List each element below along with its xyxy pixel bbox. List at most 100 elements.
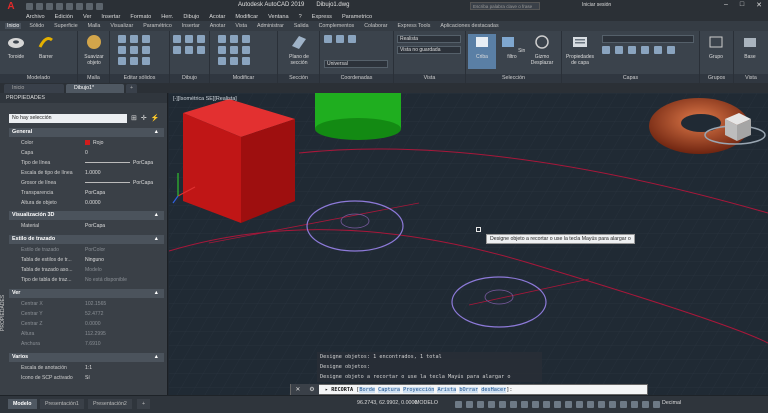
line-icon[interactable] xyxy=(173,35,181,43)
viewport-controls[interactable]: [-][Isométrica SE][Realista] xyxy=(173,96,237,102)
layer-select[interactable] xyxy=(602,35,694,43)
prop-row[interactable]: Tipo de línea PorCapa xyxy=(9,158,164,168)
menu-item[interactable]: Parametrico xyxy=(342,14,372,20)
section-visualizacion-3d[interactable]: Visualización 3D ▲ xyxy=(9,211,164,220)
clean-screen-icon[interactable] xyxy=(642,401,649,408)
mirror-icon[interactable] xyxy=(230,46,238,54)
tab[interactable]: Salida xyxy=(292,23,311,29)
wrench-icon[interactable]: ⚙ xyxy=(309,386,314,393)
prop-row[interactable]: Icono de SCP activado Sí xyxy=(9,373,164,383)
ucs-world-icon[interactable] xyxy=(336,35,344,43)
named-view-select[interactable]: Vista no guardada xyxy=(397,46,461,54)
dynamic-ucs-icon[interactable] xyxy=(565,401,572,408)
option-arista[interactable]: Arista xyxy=(437,386,457,393)
save-icon[interactable] xyxy=(46,2,53,10)
menu-item[interactable]: Ver xyxy=(83,14,91,20)
menu-item[interactable]: Edición xyxy=(55,14,73,20)
menu-item[interactable]: ? xyxy=(299,14,302,20)
thicken-icon[interactable] xyxy=(142,46,150,54)
annotation-scale-icon[interactable] xyxy=(609,401,616,408)
union-icon[interactable] xyxy=(118,35,126,43)
maximize-icon[interactable]: □ xyxy=(740,1,744,9)
prop-row[interactable]: Capa 0 xyxy=(9,148,164,158)
barrer-button[interactable]: Barrer xyxy=(32,34,60,60)
layer-tool-icon[interactable] xyxy=(667,46,675,54)
imprint-icon[interactable] xyxy=(130,57,138,65)
drawing-viewport[interactable]: [-][Isométrica SE][Realista] Designe obj… xyxy=(169,93,768,395)
polar-icon[interactable] xyxy=(488,401,495,408)
rotate-icon[interactable] xyxy=(230,35,238,43)
circle-icon[interactable] xyxy=(197,35,205,43)
section-general[interactable]: General ▲ xyxy=(9,128,164,137)
tab[interactable]: Sólido xyxy=(27,23,46,29)
ucs-icon[interactable] xyxy=(324,35,332,43)
rectangle-icon[interactable] xyxy=(185,46,193,54)
tab[interactable]: Aplicaciones destacadas xyxy=(438,23,500,29)
hardware-accel-icon[interactable] xyxy=(631,401,638,408)
tab[interactable]: Visualizar xyxy=(108,23,135,29)
red-cube[interactable] xyxy=(183,99,295,223)
section-estilo-trazado[interactable]: Estilo de trazado ▲ xyxy=(9,235,164,244)
shell-icon[interactable] xyxy=(142,57,150,65)
prop-row[interactable]: Transparencia PorCapa xyxy=(9,188,164,198)
prop-row[interactable]: Color Rojo xyxy=(9,138,164,148)
prop-row[interactable]: Escala de anotación 1:1 xyxy=(9,363,164,373)
menu-item[interactable]: Ventana xyxy=(268,14,289,20)
polyline-icon[interactable] xyxy=(185,35,193,43)
layer-tool-icon[interactable] xyxy=(602,46,610,54)
tab[interactable]: Administrar xyxy=(255,23,286,29)
prop-row[interactable]: Escala de tipo de línea 1.0000 xyxy=(9,168,164,178)
ucs-select[interactable]: Universal xyxy=(324,60,388,68)
option-captura[interactable]: Captura xyxy=(378,386,400,393)
propiedades-capa-button[interactable]: Propiedades de capa xyxy=(564,34,596,66)
visual-style-select[interactable]: Realista xyxy=(397,35,461,43)
tab[interactable]: Complementos xyxy=(317,23,357,29)
selection-select[interactable]: No hay selección xyxy=(9,114,127,123)
tab[interactable]: Insertar xyxy=(180,23,202,29)
option-deshacer[interactable]: desHacer xyxy=(481,386,507,393)
option-borde[interactable]: Borde xyxy=(359,386,375,393)
grid-icon[interactable] xyxy=(455,401,462,408)
grupo-button[interactable]: Grupo xyxy=(702,34,730,60)
workspace-icon[interactable] xyxy=(598,401,605,408)
green-cylinder[interactable] xyxy=(315,93,401,140)
new-tab-button[interactable]: + xyxy=(126,84,138,93)
toggle-pickadd-icon[interactable]: ⊞ xyxy=(131,114,137,122)
menu-item[interactable]: Modificar xyxy=(235,14,258,20)
menu-item[interactable]: Insertar xyxy=(101,14,120,20)
prop-row[interactable]: Altura de objeto 0.0000 xyxy=(9,198,164,208)
transparency-icon[interactable] xyxy=(532,401,539,408)
new-layout-button[interactable]: + xyxy=(137,399,151,409)
menu-item[interactable]: Formato xyxy=(130,14,151,20)
toroide-button[interactable]: Toroide xyxy=(2,34,30,60)
fillet-icon[interactable] xyxy=(242,46,250,54)
tab[interactable]: Paramétrico xyxy=(141,23,174,29)
tab[interactable]: Express Tools xyxy=(395,23,432,29)
move-icon[interactable] xyxy=(218,35,226,43)
model-space-button[interactable]: MODELO xyxy=(415,400,438,406)
3d-osnap-icon[interactable] xyxy=(554,401,561,408)
coordinate-readout[interactable]: 96.2743, 62.9902, 0.0000 xyxy=(357,400,417,406)
prop-row[interactable]: Tabla de trazado aso... Modelo xyxy=(9,265,164,275)
sin-filtro-button[interactable]: Sin filtro xyxy=(498,34,526,60)
snap-icon[interactable] xyxy=(466,401,473,408)
prop-row[interactable]: Tabla de estilos de tr... Ninguno xyxy=(9,255,164,265)
menu-item[interactable]: Acotar xyxy=(209,14,225,20)
new-icon[interactable] xyxy=(26,2,33,10)
plano-seccion-button[interactable]: Plano de sección xyxy=(285,34,313,66)
command-line[interactable]: ✕ ⚙ ▸ RECORTA [Borde Captura Proyección A… xyxy=(290,384,648,395)
command-prompt[interactable]: ▸ RECORTA [Borde Captura Proyección Aris… xyxy=(319,386,512,393)
undo-icon[interactable] xyxy=(76,2,83,10)
layout-tab-presentacion2[interactable]: Presentación2 xyxy=(88,399,132,409)
ortho-icon[interactable] xyxy=(477,401,484,408)
tab-inicio[interactable]: Inicio xyxy=(5,23,22,29)
layer-tool-icon[interactable] xyxy=(615,46,623,54)
selection-cycling-icon[interactable] xyxy=(543,401,550,408)
layout-tab-modelo[interactable]: Modelo xyxy=(8,399,37,409)
section-ver[interactable]: Ver ▲ xyxy=(9,289,164,298)
slice-icon[interactable] xyxy=(130,46,138,54)
arc-icon[interactable] xyxy=(173,46,181,54)
tab[interactable]: Colaborar xyxy=(362,23,389,29)
redo-icon[interactable] xyxy=(86,2,93,10)
option-proyeccion[interactable]: Proyección xyxy=(403,386,435,393)
